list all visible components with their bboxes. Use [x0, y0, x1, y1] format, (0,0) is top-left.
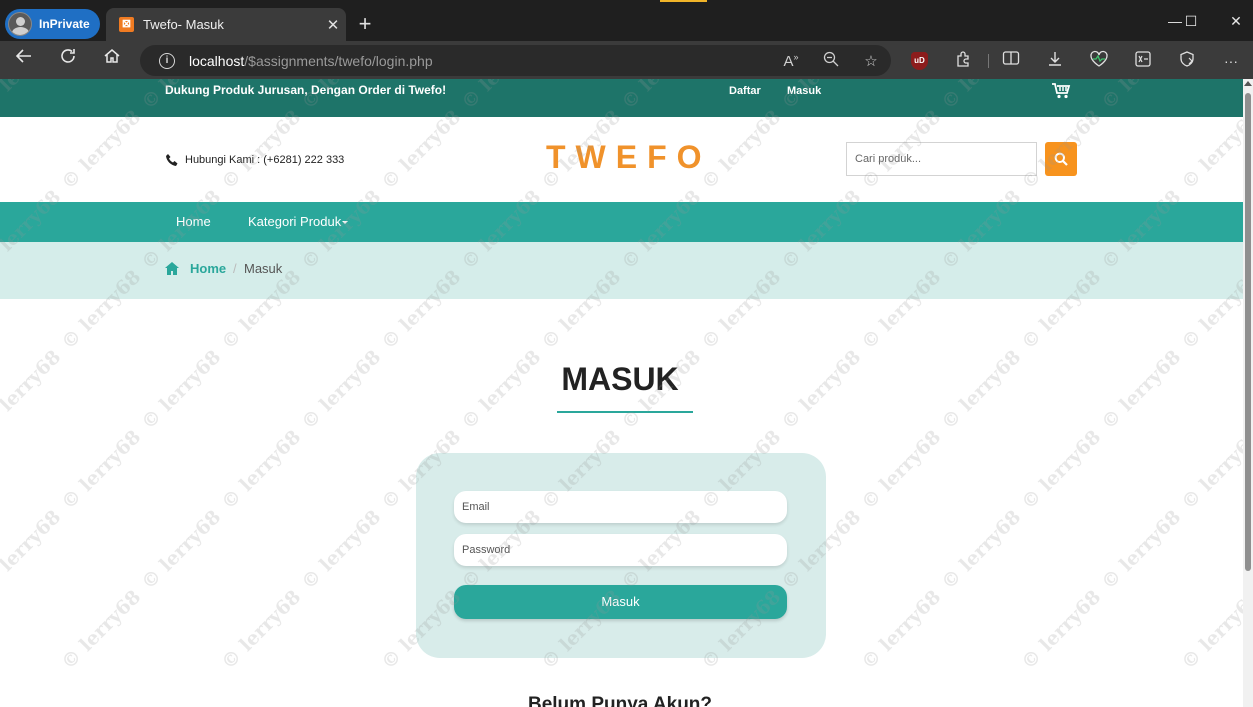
no-account-heading: Belum Punya Akun?	[527, 694, 713, 707]
watermark-text: © lerry68	[937, 506, 1026, 594]
url-text[interactable]: localhost/$assignments/twefo/login.php	[189, 53, 771, 69]
watermark-text: © lerry68	[217, 426, 306, 514]
title-underline	[557, 411, 693, 413]
more-menu-icon[interactable]: ···	[1219, 50, 1243, 72]
extensions-puzzle-icon[interactable]	[951, 50, 975, 72]
nav-categories-label: Kategori Produk	[248, 214, 342, 229]
login-card: Masuk	[416, 453, 826, 658]
login-link[interactable]: Masuk	[787, 85, 821, 97]
tab-title: Twefo- Masuk	[143, 17, 224, 32]
watermark-text: © lerry68	[1097, 506, 1186, 594]
address-bar[interactable]: i localhost/$assignments/twefo/login.php…	[140, 45, 891, 76]
phone-icon	[166, 154, 178, 166]
top-promo-bar: Dukung Produk Jurusan, Dengan Order di T…	[0, 79, 1243, 117]
browser-tab-active[interactable]: ⊠ Twefo- Masuk ✕	[106, 8, 346, 41]
watermark-text: © lerry68	[1177, 426, 1243, 514]
watermark-text: © lerry68	[57, 426, 146, 514]
toolbar-separator	[988, 54, 989, 68]
breadcrumb-current: Masuk	[244, 261, 283, 276]
inprivate-label: InPrivate	[39, 17, 90, 31]
watermark-text: © lerry68	[1017, 586, 1106, 674]
split-screen-icon[interactable]	[999, 50, 1023, 72]
scroll-up-arrow-icon[interactable]	[1244, 81, 1252, 86]
refresh-icon[interactable]	[51, 46, 85, 74]
performance-heart-icon[interactable]	[1087, 50, 1111, 72]
watermark-text: © lerry68	[297, 346, 386, 434]
nav-categories[interactable]: Kategori Produk	[248, 214, 349, 229]
inprivate-badge[interactable]: InPrivate	[5, 9, 100, 39]
watermark-text: © lerry68	[137, 346, 226, 434]
home-browser-icon[interactable]	[95, 46, 129, 74]
watermark-text: © lerry68	[1017, 426, 1106, 514]
tab-strip-accent	[660, 0, 707, 2]
login-submit-button[interactable]: Masuk	[454, 585, 787, 619]
contact-info: Hubungi Kami : (+6281) 222 333	[165, 153, 344, 167]
watermark-text: © lerry68	[1097, 346, 1186, 434]
url-path: /$assignments/twefo/login.php	[244, 52, 433, 69]
close-window-button[interactable]: ✕	[1213, 9, 1253, 33]
watermark-text: © lerry68	[1177, 586, 1243, 674]
cart-icon[interactable]	[1051, 83, 1071, 99]
watermark-text: © lerry68	[777, 346, 866, 434]
scrollbar-thumb[interactable]	[1245, 93, 1251, 571]
watermark-text: © lerry68	[57, 586, 146, 674]
watermark-text: © lerry68	[0, 506, 66, 594]
watermark-text: © lerry68	[297, 506, 386, 594]
search-input[interactable]	[846, 142, 1037, 176]
promo-text: Dukung Produk Jurusan, Dengan Order di T…	[165, 83, 447, 97]
address-toolbar: i localhost/$assignments/twefo/login.php…	[0, 41, 1253, 79]
profile-avatar	[8, 12, 32, 36]
xampp-favicon-icon: ⊠	[119, 17, 134, 32]
read-aloud-icon[interactable]: A»	[771, 52, 811, 70]
search-icon	[1054, 152, 1068, 166]
chevron-down-icon	[342, 221, 349, 225]
breadcrumb-home[interactable]: Home	[190, 261, 226, 276]
nav-home[interactable]: Home	[176, 214, 211, 229]
register-link[interactable]: Daftar	[729, 85, 761, 97]
search-button[interactable]	[1045, 142, 1077, 176]
maximize-button[interactable]: ☐	[1168, 9, 1214, 33]
page-scrollbar[interactable]	[1243, 79, 1253, 707]
watermark-text: © lerry68	[937, 346, 1026, 434]
browser-essentials-icon[interactable]	[1175, 50, 1199, 72]
watermark-text: © lerry68	[857, 426, 946, 514]
browser-tab-bar: InPrivate ⊠ Twefo- Masuk ✕ + — ☐ ✕	[0, 0, 1253, 41]
password-field[interactable]	[454, 534, 787, 566]
watermark-text: © lerry68	[0, 346, 66, 434]
site-logo[interactable]: TWEFO	[546, 139, 712, 176]
email-field[interactable]	[454, 491, 787, 523]
home-icon	[165, 262, 179, 275]
site-info-icon[interactable]: i	[159, 52, 175, 69]
watermark-text: © lerry68	[137, 506, 226, 594]
ublock-extension-icon[interactable]: uD	[911, 52, 928, 70]
favorite-star-icon[interactable]: ☆	[851, 52, 891, 70]
tab-close-icon[interactable]: ✕	[320, 16, 346, 34]
main-navbar: Home Kategori Produk	[0, 202, 1243, 242]
watermark-text: © lerry68	[217, 586, 306, 674]
new-tab-button[interactable]: +	[352, 10, 378, 38]
page-title: MASUK	[561, 361, 679, 397]
zoom-out-icon[interactable]	[811, 51, 851, 71]
url-host: localhost	[189, 52, 245, 69]
breadcrumb: Home / Masuk	[0, 242, 1243, 299]
site-header: Hubungi Kami : (+6281) 222 333 TWEFO	[0, 117, 1243, 202]
watermark-text: © lerry68	[857, 586, 946, 674]
contact-text: Hubungi Kami : (+6281) 222 333	[185, 154, 345, 166]
math-solver-icon[interactable]	[1131, 50, 1155, 72]
downloads-icon[interactable]	[1043, 50, 1067, 72]
breadcrumb-separator: /	[233, 261, 237, 276]
back-arrow-icon[interactable]	[7, 46, 41, 74]
